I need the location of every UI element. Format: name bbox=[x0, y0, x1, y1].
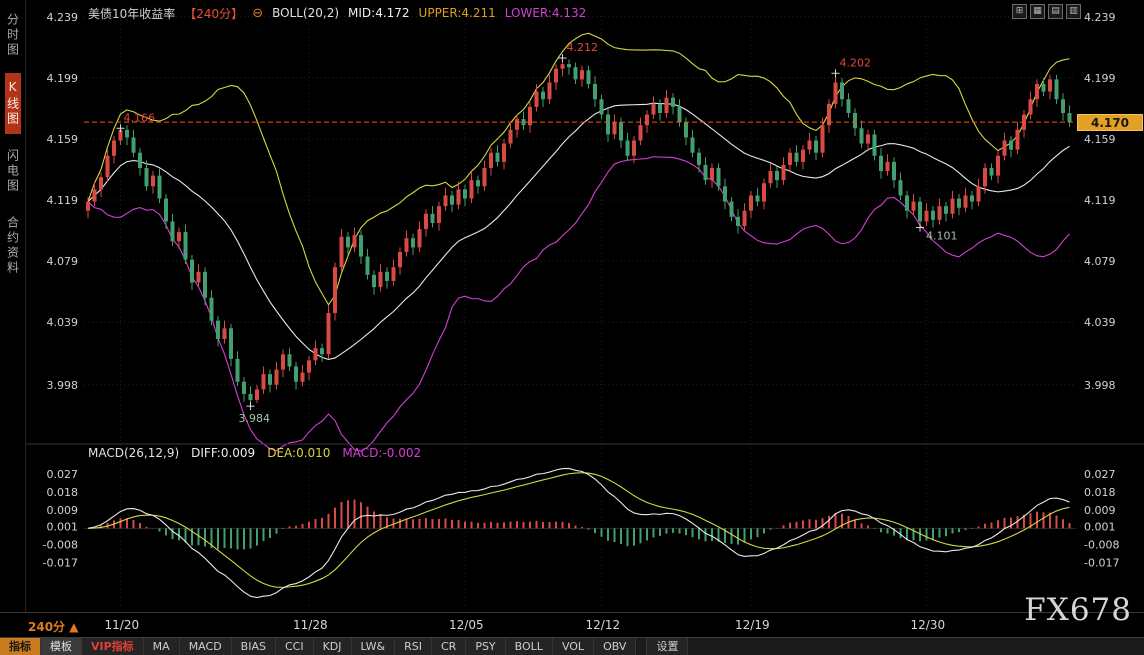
y-axis-label-left: 4.079 bbox=[47, 255, 79, 268]
sidebar-tab-kline-chart[interactable]: K线图 bbox=[5, 73, 21, 134]
toolbar-tab-boll[interactable]: BOLL bbox=[506, 638, 553, 655]
y-axis-label-right: 4.119 bbox=[1084, 194, 1116, 207]
columns-layout-icon[interactable]: ▥ bbox=[1066, 4, 1081, 19]
timeframe-label: 【240分】 bbox=[184, 5, 243, 22]
macd-diff-value: DIFF:0.009 bbox=[191, 446, 255, 460]
x-axis-row: 240分 ▲ 11/20 11/28 12/05 12/12 12/19 12/30 bbox=[0, 612, 1144, 637]
x-axis-date: 11/28 bbox=[293, 618, 328, 632]
bollinger-bands bbox=[88, 33, 1070, 451]
boll-upper-value: UPPER:4.211 bbox=[419, 6, 496, 20]
x-axis-date: 11/20 bbox=[105, 618, 140, 632]
toolbar-tab-vip-indicators[interactable]: VIP指标 bbox=[82, 638, 144, 655]
grid-layout-icon[interactable]: ▦ bbox=[1030, 4, 1045, 19]
y-axis-label-left: 4.159 bbox=[47, 133, 79, 146]
macd-indicator-label: MACD(26,12,9) bbox=[88, 446, 179, 460]
rows-layout-icon[interactable]: ▤ bbox=[1048, 4, 1063, 19]
toolbar-tab-bias[interactable]: BIAS bbox=[232, 638, 276, 655]
macd-y-axis-label-right: -0.017 bbox=[1084, 557, 1119, 570]
x-axis-date: 12/19 bbox=[735, 618, 770, 632]
y-axis-label-left: 3.998 bbox=[47, 379, 79, 392]
instrument-title: 美债10年收益率 bbox=[88, 5, 175, 22]
y-axis-label-right: 4.199 bbox=[1084, 72, 1116, 85]
main-chart[interactable]: 4.239 4.239 4.199 4.199 4.159 4.159 4.119 4.119… bbox=[0, 0, 1144, 612]
price-axis-labels: 4.239 4.239 4.199 4.199 4.159 4.159 4.119 4.119… bbox=[47, 11, 1116, 392]
toolbar-tab-settings[interactable]: 设置 bbox=[646, 638, 688, 655]
boll-indicator-label: BOLL(20,2) bbox=[272, 6, 339, 20]
toolbar-tab-templates[interactable]: 模板 bbox=[41, 638, 82, 655]
left-sidebar: 分时图 K线图闪电图合约资料 bbox=[0, 0, 26, 612]
macd-y-axis-label-right: 0.001 bbox=[1084, 520, 1116, 533]
collapse-icon[interactable]: ⊖ bbox=[252, 6, 263, 21]
y-axis-label-left: 4.119 bbox=[47, 194, 79, 207]
timeframe-up-icon: ▲ bbox=[69, 620, 78, 634]
bottom-toolbar: 指标模板VIP指标MAMACDBIASCCIKDJLW&RSICRPSYBOLL… bbox=[0, 637, 1144, 655]
y-axis-label-right: 4.239 bbox=[1084, 11, 1116, 24]
sidebar-tab-contract-info[interactable]: 合约资料 bbox=[5, 209, 21, 283]
price-annotation: 4.101 bbox=[926, 230, 958, 243]
window-layout-icons: ⊞▦▤▥ bbox=[1012, 4, 1081, 19]
y-axis-label-right: 4.159 bbox=[1084, 133, 1116, 146]
price-annotation: 4.212 bbox=[567, 41, 599, 54]
toolbar-tab-rsi[interactable]: RSI bbox=[395, 638, 432, 655]
watermark-logo: FX678 bbox=[1024, 592, 1132, 628]
macd-y-axis-label-right: 0.018 bbox=[1084, 486, 1116, 499]
y-axis-label-right: 4.079 bbox=[1084, 255, 1116, 268]
toolbar-tab-indicators[interactable]: 指标 bbox=[0, 638, 41, 655]
toolbar-tab-macd[interactable]: MACD bbox=[180, 638, 232, 655]
macd-dea-value: DEA:0.010 bbox=[267, 446, 330, 460]
price-annotation: 4.166 bbox=[124, 111, 156, 124]
price-annotation: 3.984 bbox=[239, 412, 271, 425]
chart-header: 美债10年收益率【240分】 ⊖ BOLL(20,2) MID:4.172 UP… bbox=[88, 5, 586, 21]
macd-y-axis-label-left: 0.001 bbox=[47, 520, 79, 533]
trading-app-window: 4.239 4.239 4.199 4.199 4.159 4.159 4.119 4.119… bbox=[0, 0, 1144, 655]
macd-axis-labels: 0.027 0.027 0.018 0.018 0.009 0.009 0.001 0.001… bbox=[43, 468, 1120, 570]
toolbar-tab-vol[interactable]: VOL bbox=[553, 638, 594, 655]
boll-lower-value: LOWER:4.132 bbox=[505, 6, 587, 20]
boll-upper-line bbox=[88, 33, 1070, 305]
diff-line bbox=[88, 468, 1070, 597]
toolbar-tab-obv[interactable]: OBV bbox=[594, 638, 636, 655]
y-axis-label-left: 4.039 bbox=[47, 316, 79, 329]
price-annotation: 4.202 bbox=[840, 56, 872, 69]
y-axis-label-left: 4.199 bbox=[47, 72, 79, 85]
macd-y-axis-label-left: -0.017 bbox=[43, 557, 78, 570]
macd-y-axis-label-left: 0.009 bbox=[47, 504, 79, 517]
toolbar-tab-psy[interactable]: PSY bbox=[466, 638, 505, 655]
y-axis-label-right: 4.039 bbox=[1084, 316, 1116, 329]
boll-lower-line bbox=[88, 157, 1070, 451]
macd-hist-value: MACD:-0.002 bbox=[342, 446, 421, 460]
new-window-icon[interactable]: ⊞ bbox=[1012, 4, 1027, 19]
boll-mid-line bbox=[88, 103, 1070, 359]
macd-y-axis-label-left: 0.027 bbox=[47, 468, 79, 481]
toolbar-tab-kdj[interactable]: KDJ bbox=[314, 638, 352, 655]
y-axis-label-right: 3.998 bbox=[1084, 379, 1116, 392]
candlesticks bbox=[86, 58, 1072, 406]
dea-line bbox=[88, 473, 1070, 588]
x-axis-date: 12/30 bbox=[911, 618, 946, 632]
macd-y-axis-label-left: 0.018 bbox=[47, 486, 79, 499]
sidebar-tab-flash-chart[interactable]: 闪电图 bbox=[5, 142, 21, 201]
macd-y-axis-label-right: 0.009 bbox=[1084, 504, 1116, 517]
toolbar-tab-lwr[interactable]: LW& bbox=[352, 638, 396, 655]
toolbar-tab-ma[interactable]: MA bbox=[144, 638, 180, 655]
sidebar-tab-time-chart[interactable]: 分时图 bbox=[5, 6, 21, 65]
toolbar-tab-cr[interactable]: CR bbox=[432, 638, 466, 655]
toolbar-tab-cci[interactable]: CCI bbox=[276, 638, 314, 655]
macd-y-axis-label-left: -0.008 bbox=[43, 538, 78, 551]
macd-y-axis-label-right: -0.008 bbox=[1084, 538, 1119, 551]
boll-mid-value: MID:4.172 bbox=[348, 6, 410, 20]
current-price-badge: 4.170 bbox=[1077, 114, 1143, 131]
timeframe-selector[interactable]: 240分 ▲ bbox=[28, 618, 78, 635]
macd-y-axis-label-right: 0.027 bbox=[1084, 468, 1116, 481]
macd-header: MACD(26,12,9) DIFF:0.009 DEA:0.010 MACD:… bbox=[88, 446, 421, 460]
x-axis-date: 12/05 bbox=[449, 618, 484, 632]
macd-pane bbox=[84, 468, 1076, 597]
grid-lines bbox=[84, 12, 1076, 606]
x-axis-date: 12/12 bbox=[586, 618, 621, 632]
y-axis-label-left: 4.239 bbox=[47, 11, 79, 24]
